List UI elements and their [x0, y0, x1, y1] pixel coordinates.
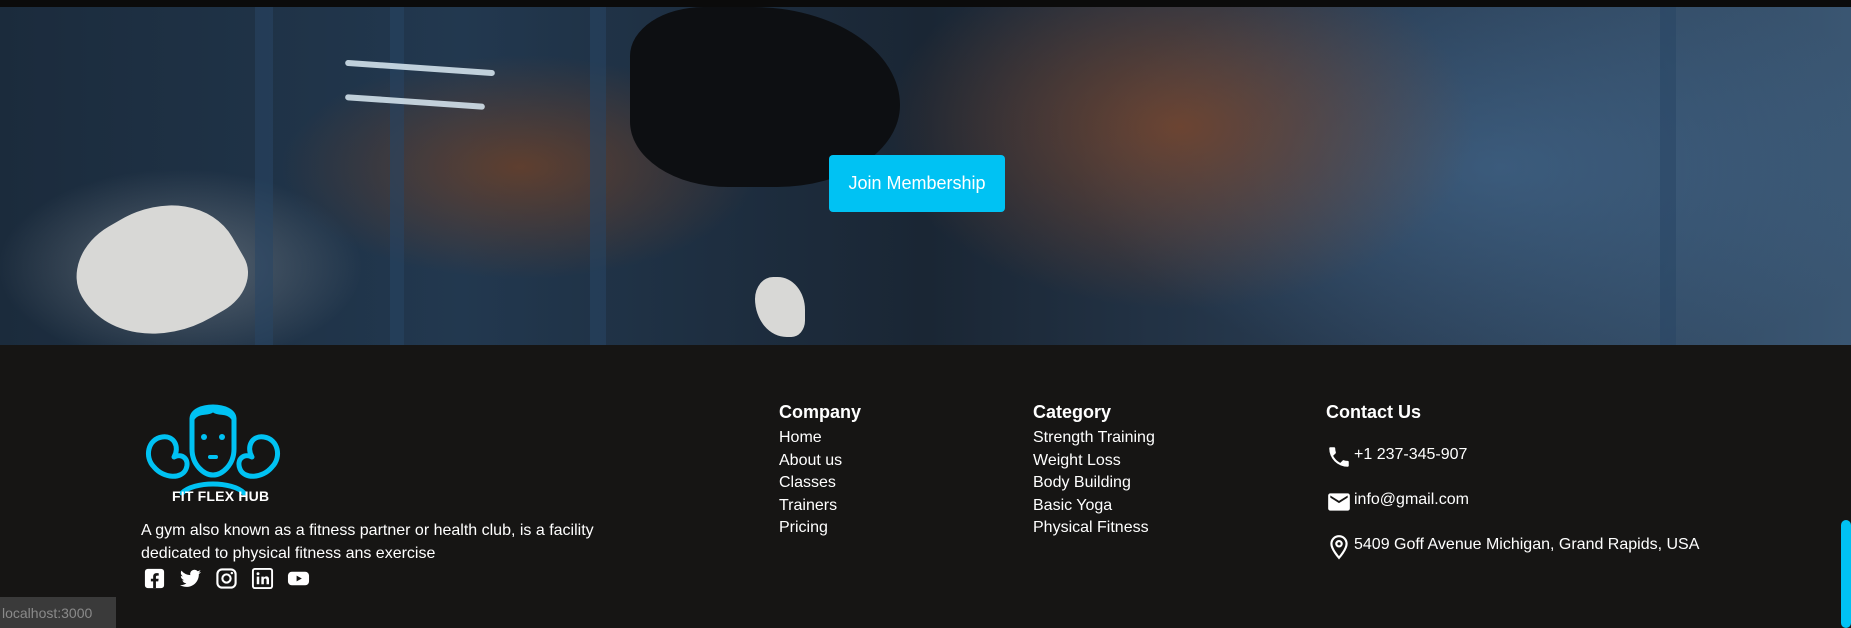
gym-rack-decor [255, 7, 273, 345]
contact-address[interactable]: 5409 Goff Avenue Michigan, Grand Rapids,… [1326, 534, 1699, 560]
footer: FIT FLEX HUB A gym also known as a fitne… [0, 345, 1851, 628]
footer-link-basic-yoga[interactable]: Basic Yoga [1033, 495, 1155, 518]
contact-email-text: info@gmail.com [1354, 491, 1469, 508]
page: Join Membership FIT FLEX HUB A gym also … [0, 0, 1851, 628]
ceiling-light-decor [344, 94, 486, 110]
about-description: A gym also known as a fitness partner or… [141, 522, 594, 562]
contact-phone[interactable]: +1 237-345-907 [1326, 444, 1467, 470]
category-links: Strength Training Weight Loss Body Build… [1033, 427, 1155, 540]
footer-link-about[interactable]: About us [779, 450, 861, 473]
footer-link-physical-fitness[interactable]: Physical Fitness [1033, 517, 1155, 540]
contact-address-text: 5409 Goff Avenue Michigan, Grand Rapids,… [1354, 536, 1700, 553]
status-url: localhost:3000 [0, 597, 116, 628]
youtube-icon[interactable] [287, 567, 310, 590]
footer-link-pricing[interactable]: Pricing [779, 517, 861, 540]
gym-rack-decor [590, 7, 606, 345]
category-heading: Category [1033, 402, 1112, 422]
phone-icon [1329, 447, 1349, 467]
footer-link-classes[interactable]: Classes [779, 472, 861, 495]
scrollbar-thumb[interactable] [1841, 520, 1851, 628]
sneaker-decor [755, 277, 805, 337]
ceiling-light-decor [344, 59, 496, 77]
top-strip [0, 0, 1851, 7]
footer-company-column: Company Home About us Classes Trainers P… [779, 401, 861, 540]
twitter-icon[interactable] [179, 567, 202, 590]
hero-banner: Join Membership [0, 7, 1851, 345]
footer-link-body-building[interactable]: Body Building [1033, 472, 1155, 495]
footer-link-strength-training[interactable]: Strength Training [1033, 427, 1155, 450]
footer-category-column: Category Strength Training Weight Loss B… [1033, 401, 1155, 540]
footer-contact-column: Contact Us [1326, 401, 1421, 427]
logo-text: FIT FLEX HUB [172, 488, 270, 504]
contact-email[interactable]: info@gmail.com [1326, 489, 1469, 515]
social-links [143, 567, 310, 590]
footer-link-weight-loss[interactable]: Weight Loss [1033, 450, 1155, 473]
company-heading: Company [779, 402, 862, 422]
join-membership-button[interactable]: Join Membership [829, 155, 1005, 212]
location-pin-icon [1330, 535, 1348, 560]
mail-icon [1328, 493, 1350, 511]
sneaker-decor [58, 175, 262, 345]
instagram-icon[interactable] [215, 567, 238, 590]
facebook-icon[interactable] [143, 567, 166, 590]
gym-rack-decor [390, 7, 404, 345]
contact-phone-text: +1 237-345-907 [1354, 446, 1468, 463]
gym-rack-decor [1660, 7, 1676, 345]
contact-heading: Contact Us [1326, 402, 1422, 422]
linkedin-icon[interactable] [251, 567, 274, 590]
company-links: Home About us Classes Trainers Pricing [779, 427, 861, 540]
footer-link-trainers[interactable]: Trainers [779, 495, 861, 518]
footer-link-home[interactable]: Home [779, 427, 861, 450]
